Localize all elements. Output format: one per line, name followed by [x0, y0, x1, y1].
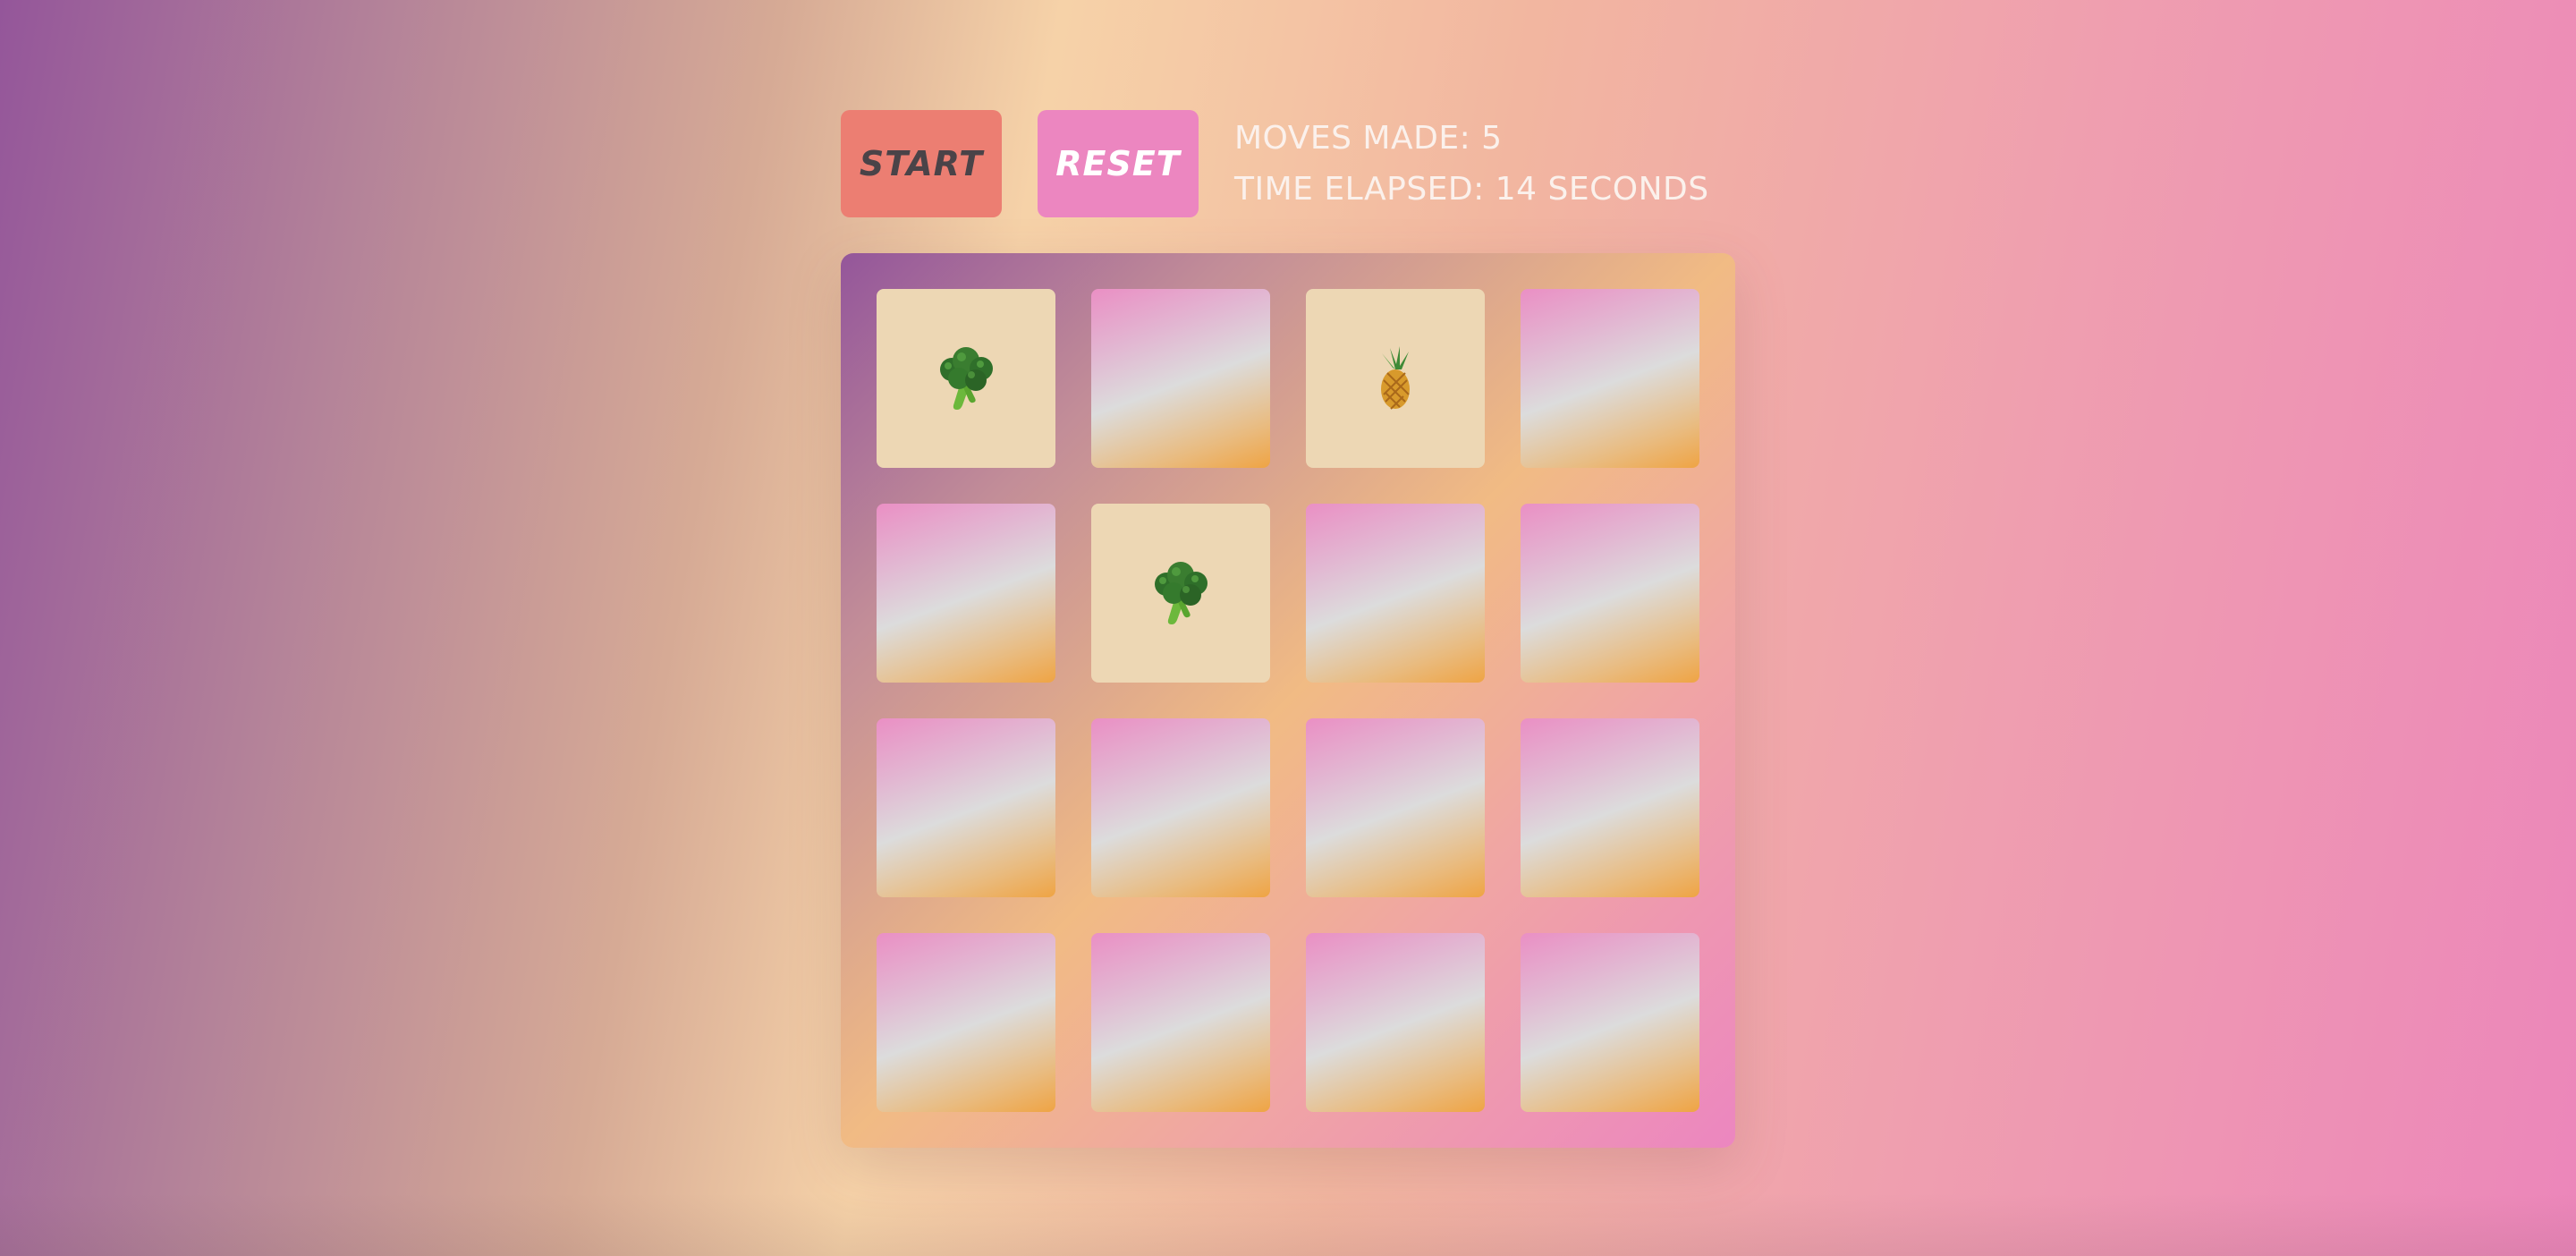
memory-card-hidden[interactable] [1521, 504, 1699, 683]
memory-card-hidden[interactable] [1521, 718, 1699, 897]
time-label: TIME ELAPSED: [1234, 171, 1485, 208]
memory-card-hidden[interactable] [1306, 718, 1485, 897]
moves-label: MOVES MADE: [1234, 120, 1471, 157]
moves-counter: MOVES MADE: 5 [1234, 113, 1709, 164]
start-button[interactable]: START [841, 110, 1002, 217]
broccoli-icon [930, 343, 1002, 414]
background-shade [0, 1193, 2576, 1256]
game-controls: START RESET MOVES MADE: 5 TIME ELAPSED: … [841, 110, 1709, 217]
moves-value: 5 [1481, 120, 1503, 157]
reset-button[interactable]: RESET [1038, 110, 1199, 217]
time-unit: SECONDS [1547, 171, 1709, 208]
memory-card-hidden[interactable] [1091, 933, 1270, 1112]
memory-card-revealed[interactable] [1091, 504, 1270, 683]
memory-card-hidden[interactable] [1306, 933, 1485, 1112]
pineapple-icon [1360, 343, 1431, 414]
game-stats: MOVES MADE: 5 TIME ELAPSED: 14 SECONDS [1234, 113, 1709, 215]
game-board [841, 253, 1735, 1148]
memory-card-hidden[interactable] [1091, 718, 1270, 897]
time-counter: TIME ELAPSED: 14 SECONDS [1234, 164, 1709, 215]
memory-card-hidden[interactable] [877, 504, 1055, 683]
memory-card-hidden[interactable] [1521, 289, 1699, 468]
memory-card-hidden[interactable] [877, 933, 1055, 1112]
time-value: 14 [1495, 171, 1538, 208]
memory-card-revealed[interactable] [1306, 289, 1485, 468]
memory-card-revealed[interactable] [877, 289, 1055, 468]
memory-card-hidden[interactable] [1091, 289, 1270, 468]
memory-card-hidden[interactable] [877, 718, 1055, 897]
memory-card-hidden[interactable] [1306, 504, 1485, 683]
broccoli-icon [1145, 557, 1216, 629]
memory-card-hidden[interactable] [1521, 933, 1699, 1112]
